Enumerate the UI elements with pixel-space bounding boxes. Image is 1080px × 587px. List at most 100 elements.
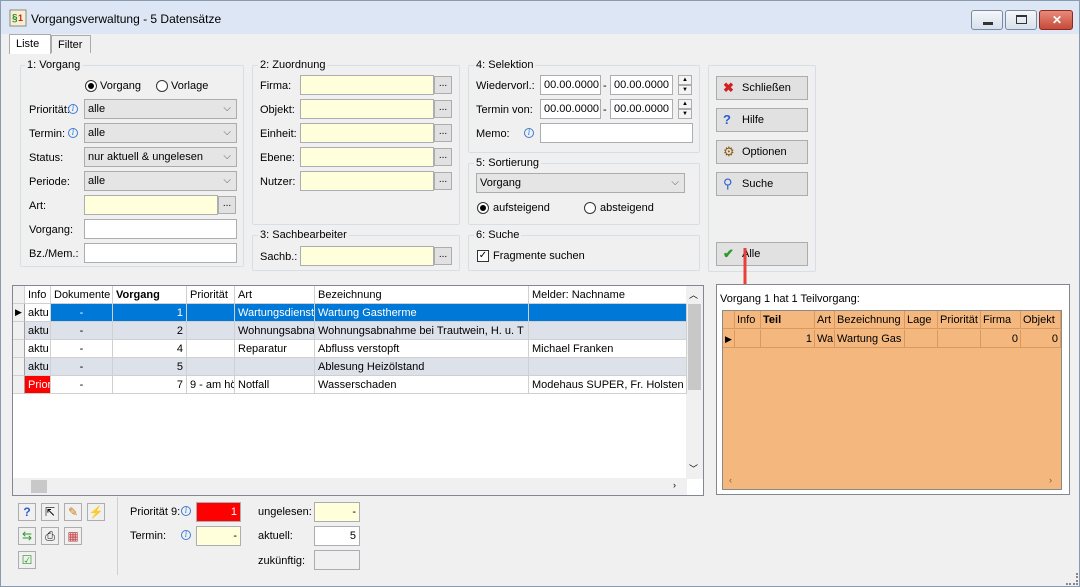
sub-col-info[interactable]: Info xyxy=(735,311,761,329)
spin-down-icon[interactable]: ▼ xyxy=(678,85,692,95)
sub-cell-teil[interactable]: 1 xyxy=(761,330,815,348)
cell-bezeichnung[interactable]: Wohnungsabnahme bei Trautwein, H. u. T xyxy=(315,322,529,340)
cell-prioritaet[interactable] xyxy=(187,358,235,376)
cell-vorgang[interactable]: 7 xyxy=(113,376,187,394)
grid-vertical-scrollbar[interactable]: ︿ ﹀ xyxy=(686,286,703,479)
print-icon[interactable]: ⎙ xyxy=(41,527,59,545)
cell-vorgang[interactable]: 1 xyxy=(113,304,187,322)
row-header[interactable]: ▶ xyxy=(13,304,25,322)
cell-melder[interactable] xyxy=(529,322,687,340)
sub-scroll-right-icon[interactable]: › xyxy=(1049,475,1052,485)
firma-field[interactable] xyxy=(300,75,434,95)
ebene-browse-button[interactable]: ... xyxy=(434,148,452,166)
status-select[interactable]: nur aktuell & ungelesen ⌵ xyxy=(84,147,237,167)
maximize-button[interactable] xyxy=(1005,10,1037,30)
help-icon[interactable]: ? xyxy=(18,503,36,521)
cell-melder[interactable]: Michael Franken xyxy=(529,340,687,358)
col-bezeichnung[interactable]: Bezeichnung xyxy=(315,286,529,304)
schliessen-button[interactable]: ✖ Schließen xyxy=(716,76,808,100)
cell-dokumente[interactable]: - xyxy=(51,340,113,358)
tab-filter[interactable]: Filter xyxy=(51,35,91,53)
cell-vorgang[interactable]: 5 xyxy=(113,358,187,376)
cell-vorgang[interactable]: 4 xyxy=(113,340,187,358)
info-icon[interactable]: i xyxy=(181,506,191,516)
sub-col-bezeichnung[interactable]: Bezeichnung xyxy=(835,311,905,329)
info-icon[interactable]: i xyxy=(181,530,191,540)
sub-col-teil[interactable]: Teil xyxy=(761,311,815,329)
cell-bezeichnung[interactable]: Ablesung Heizölstand xyxy=(315,358,529,376)
sort-select[interactable]: Vorgang ⌵ xyxy=(476,173,685,193)
termin-select[interactable]: alle ⌵ xyxy=(84,123,237,143)
minimize-button[interactable] xyxy=(971,10,1003,30)
nutzer-browse-button[interactable]: ... xyxy=(434,172,452,190)
cell-info[interactable]: aktu xyxy=(25,304,51,322)
row-header[interactable] xyxy=(13,340,25,358)
termin-von-to[interactable]: 00.00.0000 xyxy=(610,99,673,119)
cursor-icon[interactable]: ⇱ xyxy=(41,503,59,521)
cell-dokumente[interactable]: - xyxy=(51,304,113,322)
sub-col-prioritaet[interactable]: Priorität xyxy=(938,311,981,329)
cell-prioritaet[interactable] xyxy=(187,304,235,322)
cell-art[interactable]: Wohnungsabnahme xyxy=(235,322,315,340)
prioritaet-select[interactable]: alle ⌵ xyxy=(84,99,237,119)
optionen-button[interactable]: ⚙ Optionen xyxy=(716,140,808,164)
info-icon[interactable]: i xyxy=(524,128,534,138)
cell-prioritaet[interactable] xyxy=(187,322,235,340)
col-melder[interactable]: Melder: Nachname xyxy=(529,286,687,304)
grid-scroll-thumb[interactable] xyxy=(688,304,701,390)
lightning-icon[interactable]: ⚡ xyxy=(87,503,105,521)
wiedervorl-from[interactable]: 00.00.0000 xyxy=(540,75,601,95)
fragmente-checkbox[interactable]: ✓ xyxy=(477,250,489,262)
row-header[interactable] xyxy=(13,322,25,340)
suche-button[interactable]: ⚲ Suche xyxy=(716,172,808,196)
cell-melder[interactable] xyxy=(529,304,687,322)
cell-bezeichnung[interactable]: Wartung Gastherme xyxy=(315,304,529,322)
grid-icon[interactable]: ▦ xyxy=(64,527,82,545)
memo-field[interactable] xyxy=(540,123,693,143)
spin-down-icon[interactable]: ▼ xyxy=(678,109,692,119)
ebene-field[interactable] xyxy=(300,147,434,167)
radio-vorlage[interactable] xyxy=(156,80,168,92)
sub-col-objekt[interactable]: Objekt xyxy=(1021,311,1061,329)
bzmem-field[interactable] xyxy=(84,243,237,263)
cell-bezeichnung[interactable]: Wasserschaden xyxy=(315,376,529,394)
col-vorgang[interactable]: Vorgang xyxy=(113,286,187,304)
wiedervorl-to[interactable]: 00.00.0000 xyxy=(610,75,673,95)
alle-button[interactable]: ✔ Alle xyxy=(716,242,808,266)
cell-dokumente[interactable]: - xyxy=(51,376,113,394)
sub-cell-bezeichnung[interactable]: Wartung Gas xyxy=(835,330,905,348)
sub-scroll-left-icon[interactable]: ‹ xyxy=(729,475,732,485)
sub-cell-prioritaet[interactable] xyxy=(938,330,981,348)
radio-aufsteigend[interactable] xyxy=(477,202,489,214)
objekt-field[interactable] xyxy=(300,99,434,119)
sachb-field[interactable] xyxy=(300,246,434,266)
vorgang-field[interactable] xyxy=(84,219,237,239)
cell-info[interactable]: aktu xyxy=(25,322,51,340)
pencil-icon[interactable]: ✎ xyxy=(64,503,82,521)
radio-absteigend[interactable] xyxy=(584,202,596,214)
col-dokumente[interactable]: Dokumente xyxy=(51,286,113,304)
hilfe-button[interactable]: ? Hilfe xyxy=(716,108,808,132)
cell-bezeichnung[interactable]: Abfluss verstopft xyxy=(315,340,529,358)
einheit-field[interactable] xyxy=(300,123,434,143)
info-icon[interactable]: i xyxy=(68,128,78,138)
cell-dokumente[interactable]: - xyxy=(51,358,113,376)
cell-melder[interactable]: Modehaus SUPER, Fr. Holsten xyxy=(529,376,687,394)
scroll-up-icon[interactable]: ︿ xyxy=(689,288,698,301)
cell-art[interactable] xyxy=(235,358,315,376)
sub-col-firma[interactable]: Firma xyxy=(981,311,1021,329)
sub-col-lage[interactable]: Lage xyxy=(905,311,938,329)
col-prioritaet[interactable]: Priorität xyxy=(187,286,235,304)
info-icon[interactable]: i xyxy=(68,104,78,114)
sub-cell-art[interactable]: Wa xyxy=(815,330,835,348)
cell-prioritaet[interactable]: 9 - am höchsten xyxy=(187,376,235,394)
cell-art[interactable]: Wartungsdienst xyxy=(235,304,315,322)
sub-cell-lage[interactable] xyxy=(905,330,938,348)
col-info[interactable]: Info xyxy=(25,286,51,304)
checkbox-icon[interactable]: ☑ xyxy=(18,551,36,569)
sub-cell-firma[interactable]: 0 xyxy=(981,330,1021,348)
termin-von-from[interactable]: 00.00.0000 xyxy=(540,99,601,119)
cell-info[interactable]: Prior xyxy=(25,376,51,394)
cell-prioritaet[interactable] xyxy=(187,340,235,358)
tab-liste[interactable]: Liste xyxy=(9,34,51,54)
